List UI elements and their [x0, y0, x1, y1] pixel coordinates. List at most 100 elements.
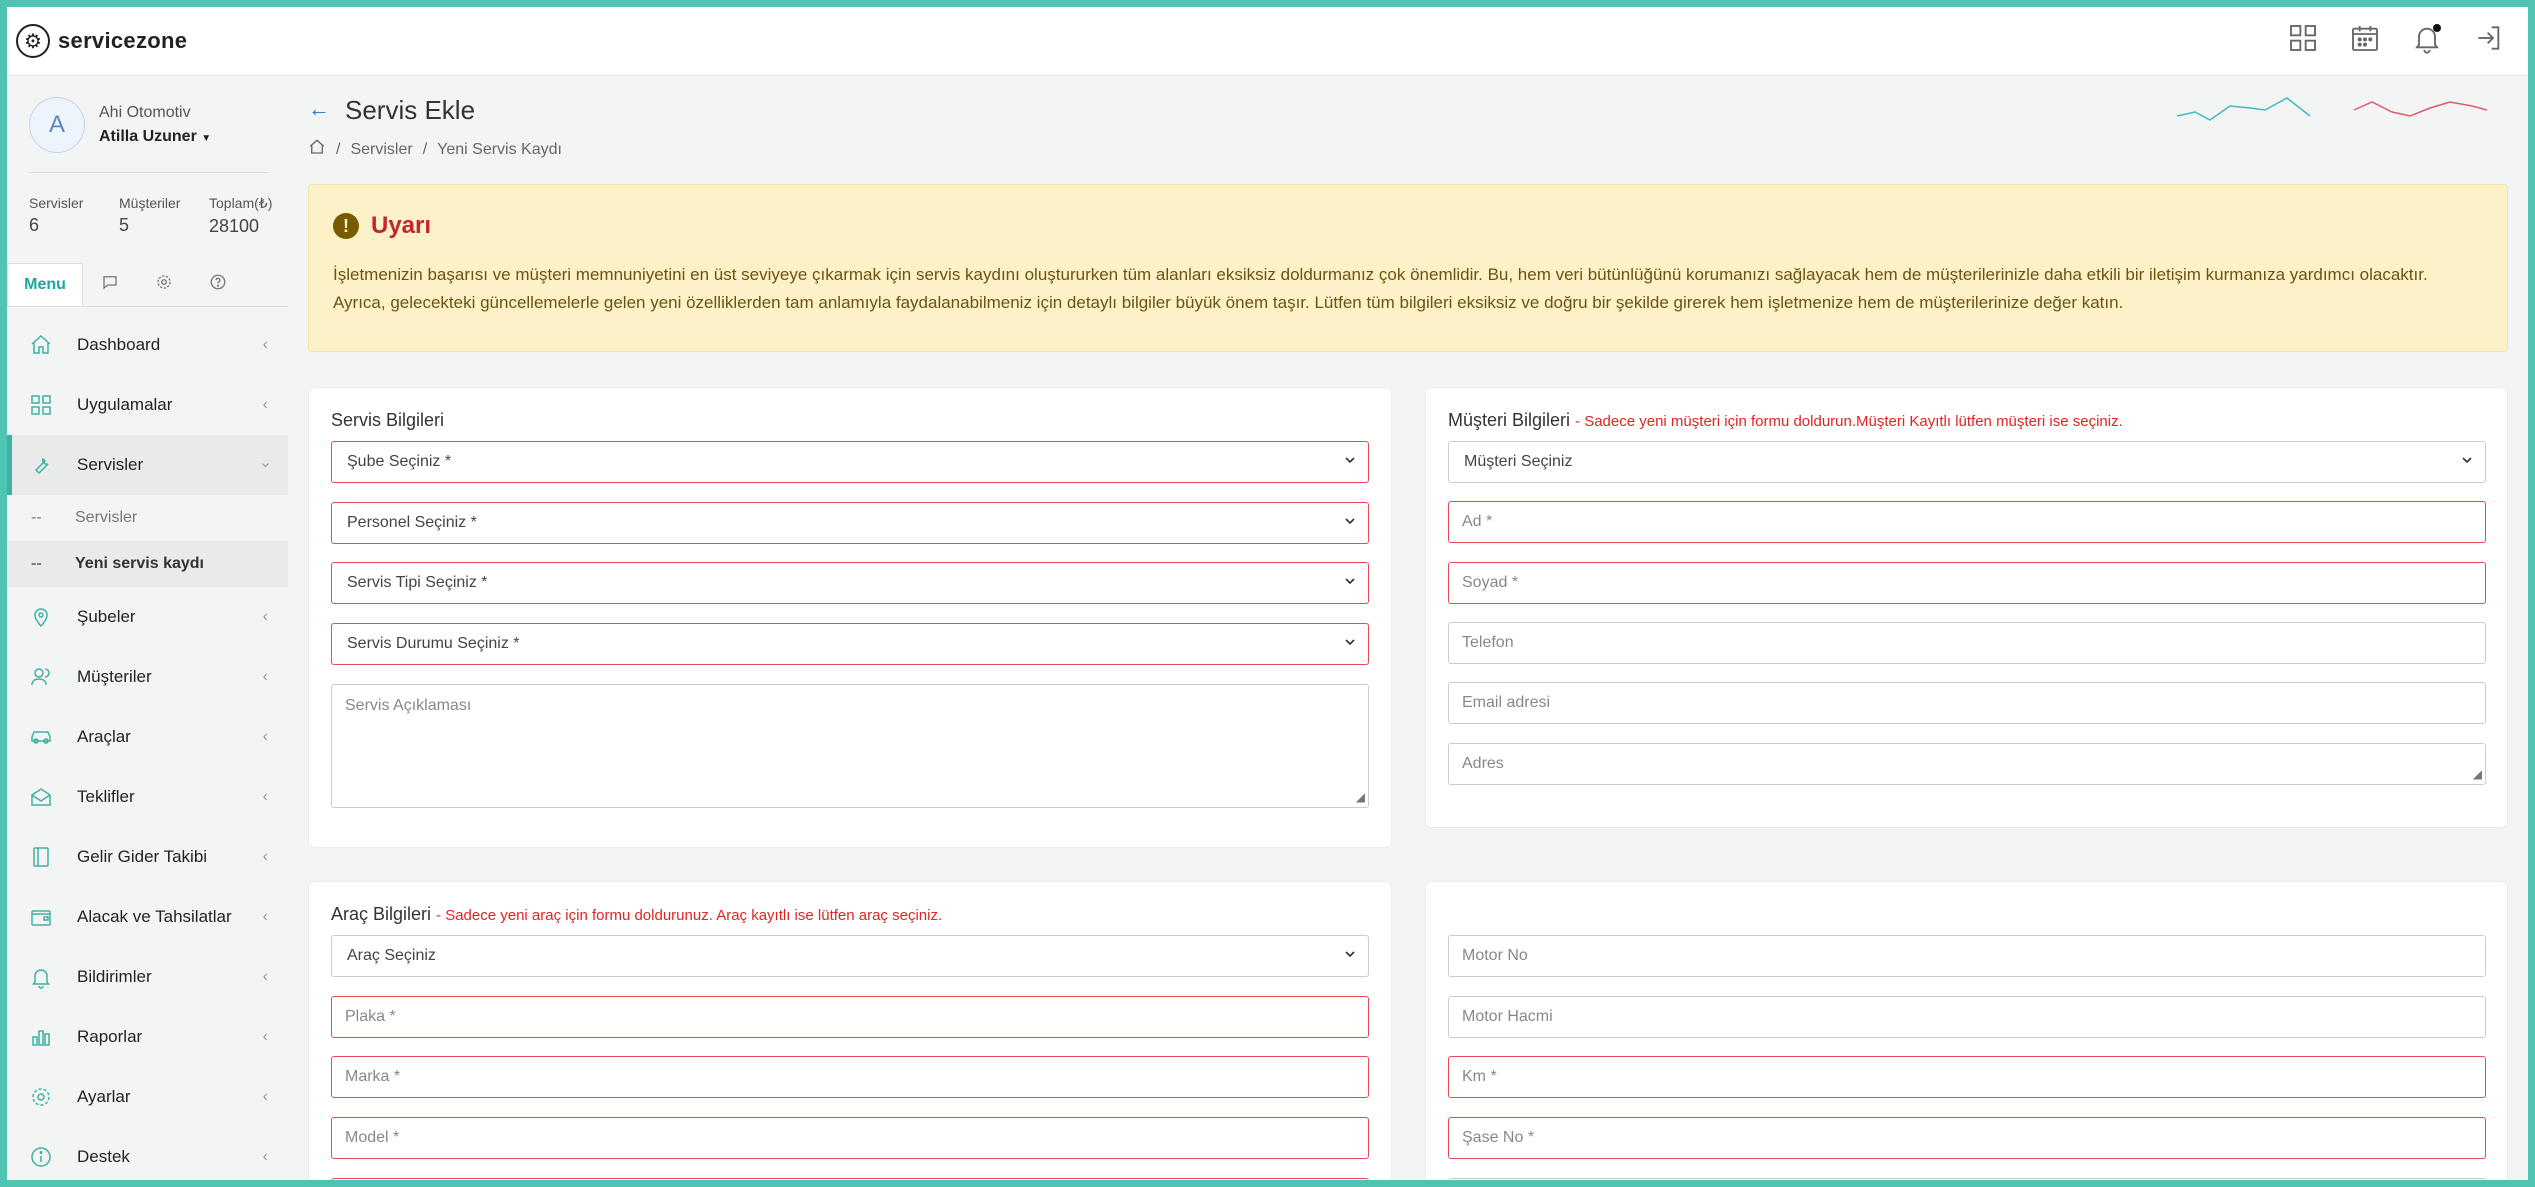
next-required-input[interactable]: [331, 1178, 1369, 1187]
stats: Servisler 6 Müşteriler 5 Toplam(₺) 28100: [29, 195, 299, 237]
tab-help[interactable]: [191, 263, 245, 306]
chevron-left-icon: ‹: [262, 728, 268, 745]
sidebar-item-subeler[interactable]: Şubeler ‹: [7, 587, 288, 647]
sube-select[interactable]: Şube Seçiniz *: [331, 441, 1369, 483]
sidebar-item-alacak[interactable]: Alacak ve Tahsilatlar ‹: [7, 887, 288, 947]
chevron-left-icon: ‹: [262, 336, 268, 353]
stat-label: Toplam(₺): [209, 195, 273, 211]
chevron-left-icon: ‹: [262, 848, 268, 865]
notification-bell-icon[interactable]: [2411, 22, 2443, 54]
telefon-input[interactable]: Telefon: [1448, 622, 2486, 664]
servis-durumu-select-value: Servis Durumu Seçiniz *: [347, 635, 520, 652]
model-placeholder: Model *: [345, 1129, 400, 1146]
sparkline-red: [2353, 101, 2488, 117]
servis-tipi-select[interactable]: Servis Tipi Seçiniz *: [331, 562, 1369, 604]
arac-card-title: Araç Bilgileri - Sadece yeni araç için f…: [331, 904, 942, 925]
apps-grid-icon[interactable]: [2287, 22, 2319, 54]
sidebar-item-musteriler[interactable]: Müşteriler ‹: [7, 647, 288, 707]
car-icon: [27, 723, 55, 751]
back-arrow-icon[interactable]: ←: [308, 96, 330, 122]
warning-alert: ! Uyarı İşletmenizin başarısı ve müşteri…: [308, 184, 2508, 352]
adres-textarea[interactable]: Adres ◢: [1448, 743, 2486, 785]
tab-settings[interactable]: [137, 263, 191, 306]
breadcrumb: / Servisler / Yeni Servis Kaydı: [308, 138, 562, 161]
avatar: A: [29, 97, 85, 153]
resize-handle-icon[interactable]: ◢: [1356, 790, 1365, 804]
sidebar-item-label: Şubeler: [77, 607, 136, 626]
user-profile[interactable]: A Ahi Otomotiv Atilla Uzuner ▼: [29, 97, 211, 153]
chevron-down-icon: [2459, 452, 2475, 473]
model-input[interactable]: Model *: [331, 1117, 1369, 1159]
next-input[interactable]: [1448, 1178, 2486, 1187]
motor-no-input[interactable]: Motor No: [1448, 935, 2486, 977]
stat-label: Servisler: [29, 195, 84, 211]
servis-durumu-select[interactable]: Servis Durumu Seçiniz *: [331, 623, 1369, 665]
chevron-down-icon: ‹: [256, 462, 274, 468]
sidebar-item-ayarlar[interactable]: Ayarlar ‹: [7, 1067, 288, 1127]
alert-text: İşletmenizin başarısı ve müşteri memnuni…: [333, 265, 2428, 312]
sase-no-input[interactable]: Şase No *: [1448, 1117, 2486, 1159]
arac-select-value: Araç Seçiniz: [347, 947, 436, 964]
servis-aciklama-placeholder: Servis Açıklaması: [345, 697, 472, 714]
sidebar-item-araclar[interactable]: Araçlar ‹: [7, 707, 288, 767]
chevron-left-icon: ‹: [262, 1028, 268, 1045]
musteri-select[interactable]: Müşteri Seçiniz: [1448, 441, 2486, 483]
help-icon: [209, 273, 227, 296]
marka-input[interactable]: Marka *: [331, 1056, 1369, 1098]
arac-title-text: Araç Bilgileri: [331, 904, 432, 924]
user-name: Atilla Uzuner: [99, 128, 197, 145]
alert-title: Uyarı: [371, 212, 432, 239]
personel-select[interactable]: Personel Seçiniz *: [331, 502, 1369, 544]
soyad-input[interactable]: Soyad *: [1448, 562, 2486, 604]
breadcrumb-servisler[interactable]: Servisler: [350, 141, 412, 159]
sidebar-item-teklifler[interactable]: Teklifler ‹: [7, 767, 288, 827]
sidebar-item-servisler[interactable]: Servisler ‹: [7, 435, 288, 495]
sidebar-item-label: Dashboard: [77, 335, 161, 354]
sidebar-item-dashboard[interactable]: Dashboard ‹: [7, 315, 288, 375]
arac-detay-card: Motor No Motor Hacmi Km * Şase No *: [1425, 881, 2508, 1187]
plaka-input[interactable]: Plaka *: [331, 996, 1369, 1038]
sidebar-item-label: Bildirimler: [77, 967, 152, 986]
sidebar-item-bildirimler[interactable]: Bildirimler ‹: [7, 947, 288, 1007]
chevron-down-icon: [1342, 573, 1358, 594]
servis-aciklama-textarea[interactable]: Servis Açıklaması ◢: [331, 684, 1369, 808]
submenu-item-servisler[interactable]: -- Servisler: [7, 495, 288, 541]
sidebar-item-label: Destek: [77, 1147, 130, 1166]
resize-handle-icon[interactable]: ◢: [2473, 767, 2482, 781]
sidebar-item-gelir-gider[interactable]: Gelir Gider Takibi ‹: [7, 827, 288, 887]
sidebar-item-label: Uygulamalar: [77, 395, 173, 414]
musteri-card-title: Müşteri Bilgileri - Sadece yeni müşteri …: [1448, 410, 2123, 431]
submenu-label: Servisler: [75, 509, 138, 526]
sube-select-value: Şube Seçiniz *: [347, 453, 452, 470]
arac-card: Araç Bilgileri - Sadece yeni araç için f…: [308, 881, 1392, 1187]
home-icon: [27, 331, 55, 359]
arac-select[interactable]: Araç Seçiniz: [331, 935, 1369, 977]
sidebar-tabs: Menu: [7, 263, 288, 307]
tab-messages[interactable]: [83, 263, 137, 306]
tab-menu[interactable]: Menu: [7, 263, 83, 306]
gear-icon: [27, 1083, 55, 1111]
user-dropdown[interactable]: Atilla Uzuner ▼: [99, 128, 211, 146]
info-icon: [27, 1143, 55, 1171]
email-input[interactable]: Email adresi: [1448, 682, 2486, 724]
submenu-dash: --: [31, 555, 42, 572]
km-input[interactable]: Km *: [1448, 1056, 2486, 1098]
users-icon: [27, 663, 55, 691]
sidebar-menu: Dashboard ‹ Uygulamalar ‹ Servisler ‹ --…: [7, 315, 288, 1187]
submenu-item-yeni-servis[interactable]: -- Yeni servis kaydı: [7, 541, 288, 587]
brand-logo[interactable]: ⚙ servicezone: [16, 24, 187, 58]
motor-hacmi-input[interactable]: Motor Hacmi: [1448, 996, 2486, 1038]
sidebar-item-raporlar[interactable]: Raporlar ‹: [7, 1007, 288, 1067]
exclamation-icon: !: [333, 213, 359, 239]
brand-name: servicezone: [58, 28, 188, 53]
calendar-icon[interactable]: [2349, 22, 2381, 54]
chevron-down-icon: [1342, 634, 1358, 655]
sidebar-item-destek[interactable]: Destek ‹: [7, 1127, 288, 1187]
sidebar-item-uygulamalar[interactable]: Uygulamalar ‹: [7, 375, 288, 435]
ad-input[interactable]: Ad *: [1448, 501, 2486, 543]
logout-icon[interactable]: [2473, 22, 2505, 54]
divider: [29, 172, 269, 173]
musteri-select-value: Müşteri Seçiniz: [1464, 453, 1573, 470]
home-icon[interactable]: [308, 138, 326, 161]
top-bar: ⚙ servicezone: [0, 0, 2535, 76]
